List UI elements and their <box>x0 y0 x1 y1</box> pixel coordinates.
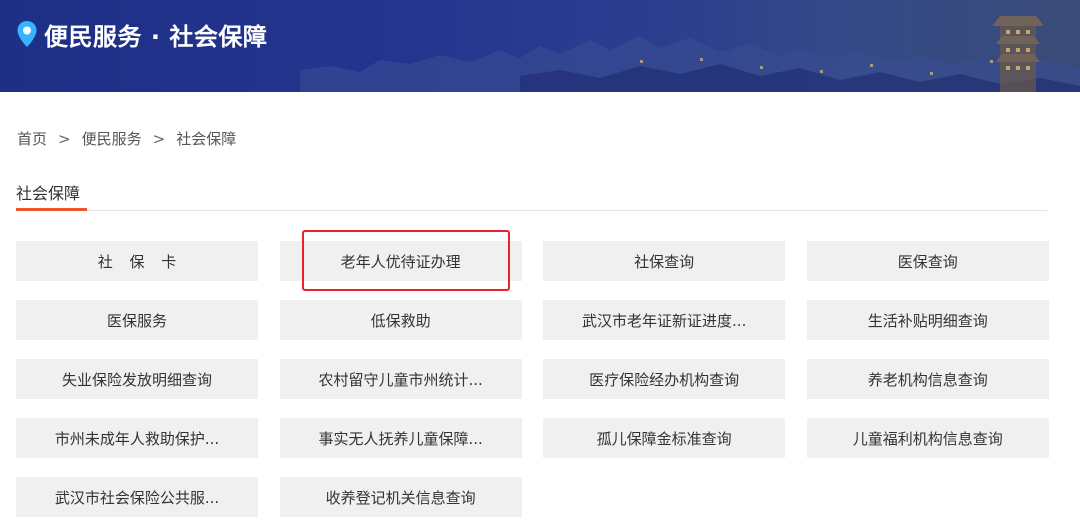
service-label: 医保查询 <box>897 252 958 271</box>
service-elderly-care-institution-query[interactable]: 养老机构信息查询 <box>806 359 1049 399</box>
service-label: 儿童福利机构信息查询 <box>852 429 1003 448</box>
service-label: 事实无人抚养儿童保障... <box>318 429 483 448</box>
service-social-security-card[interactable]: 社 保 卡 <box>16 241 258 281</box>
service-medical-insurance-service[interactable]: 医保服务 <box>16 300 258 340</box>
breadcrumb-convenience-services[interactable]: 便民服务 <box>82 128 142 149</box>
service-unemployment-payment-details[interactable]: 失业保险发放明细查询 <box>16 359 258 399</box>
service-child-welfare-institution-query[interactable]: 儿童福利机构信息查询 <box>806 418 1049 458</box>
service-label: 养老机构信息查询 <box>867 370 988 389</box>
service-grid: 社 保 卡 老年人优待证办理 社保查询 医保查询 医保服务 低保救助 武汉市老年… <box>16 241 1049 517</box>
service-living-subsidy-details[interactable]: 生活补贴明细查询 <box>806 300 1049 340</box>
service-label: 孤儿保障金标准查询 <box>596 429 732 448</box>
service-senior-preferential-card[interactable]: 老年人优待证办理 <box>279 241 522 281</box>
service-label: 低保救助 <box>370 311 431 330</box>
breadcrumb-separator: > <box>58 129 71 148</box>
service-label: 失业保险发放明细查询 <box>61 370 212 389</box>
section-divider <box>16 210 1047 211</box>
service-label: 收养登记机关信息查询 <box>325 488 476 507</box>
service-label: 市州未成年人救助保护... <box>54 429 220 448</box>
breadcrumb-separator: > <box>152 129 166 148</box>
service-label: 农村留守儿童市州统计... <box>318 370 483 389</box>
service-medical-insurance-query[interactable]: 医保查询 <box>806 241 1049 281</box>
service-medical-insurance-agency-query[interactable]: 医疗保险经办机构查询 <box>543 359 786 399</box>
service-social-security-query[interactable]: 社保查询 <box>543 241 786 281</box>
service-unsupported-children-security[interactable]: 事实无人抚养儿童保障... <box>279 418 522 458</box>
service-orphan-allowance-standard[interactable]: 孤儿保障金标准查询 <box>543 418 786 458</box>
tab-social-security[interactable]: 社会保障 <box>16 180 80 204</box>
breadcrumb-home[interactable]: 首页 <box>17 128 47 149</box>
location-pin-icon <box>17 21 37 47</box>
service-left-behind-children-stats[interactable]: 农村留守儿童市州统计... <box>279 359 522 399</box>
active-tab-underline <box>16 208 87 211</box>
service-label: 医疗保险经办机构查询 <box>589 370 740 389</box>
service-label: 医保服务 <box>106 311 167 330</box>
banner-title-text: 便民服务 · 社会保障 <box>44 22 268 51</box>
service-adoption-registry-query[interactable]: 收养登记机关信息查询 <box>279 477 522 517</box>
service-wuhan-senior-card-progress[interactable]: 武汉市老年证新证进度... <box>543 300 786 340</box>
service-minimum-living-aid[interactable]: 低保救助 <box>279 300 522 340</box>
breadcrumb: 首页 > 便民服务 > 社会保障 <box>17 128 236 149</box>
service-label: 武汉市社会保险公共服... <box>54 488 220 507</box>
banner-title: 便民服务 · 社会保障 <box>16 14 267 54</box>
service-label: 武汉市老年证新证进度... <box>582 311 747 330</box>
service-label: 社保查询 <box>634 252 695 271</box>
service-label: 社 保 卡 <box>97 252 183 271</box>
breadcrumb-social-security: 社会保障 <box>176 130 237 148</box>
service-wuhan-social-insurance-public[interactable]: 武汉市社会保险公共服... <box>16 477 258 517</box>
top-banner: 便民服务 · 社会保障 <box>0 0 1080 92</box>
service-label: 生活补贴明细查询 <box>867 311 988 330</box>
service-minor-rescue-protection[interactable]: 市州未成年人救助保护... <box>16 418 258 458</box>
service-label: 老年人优待证办理 <box>340 252 461 271</box>
